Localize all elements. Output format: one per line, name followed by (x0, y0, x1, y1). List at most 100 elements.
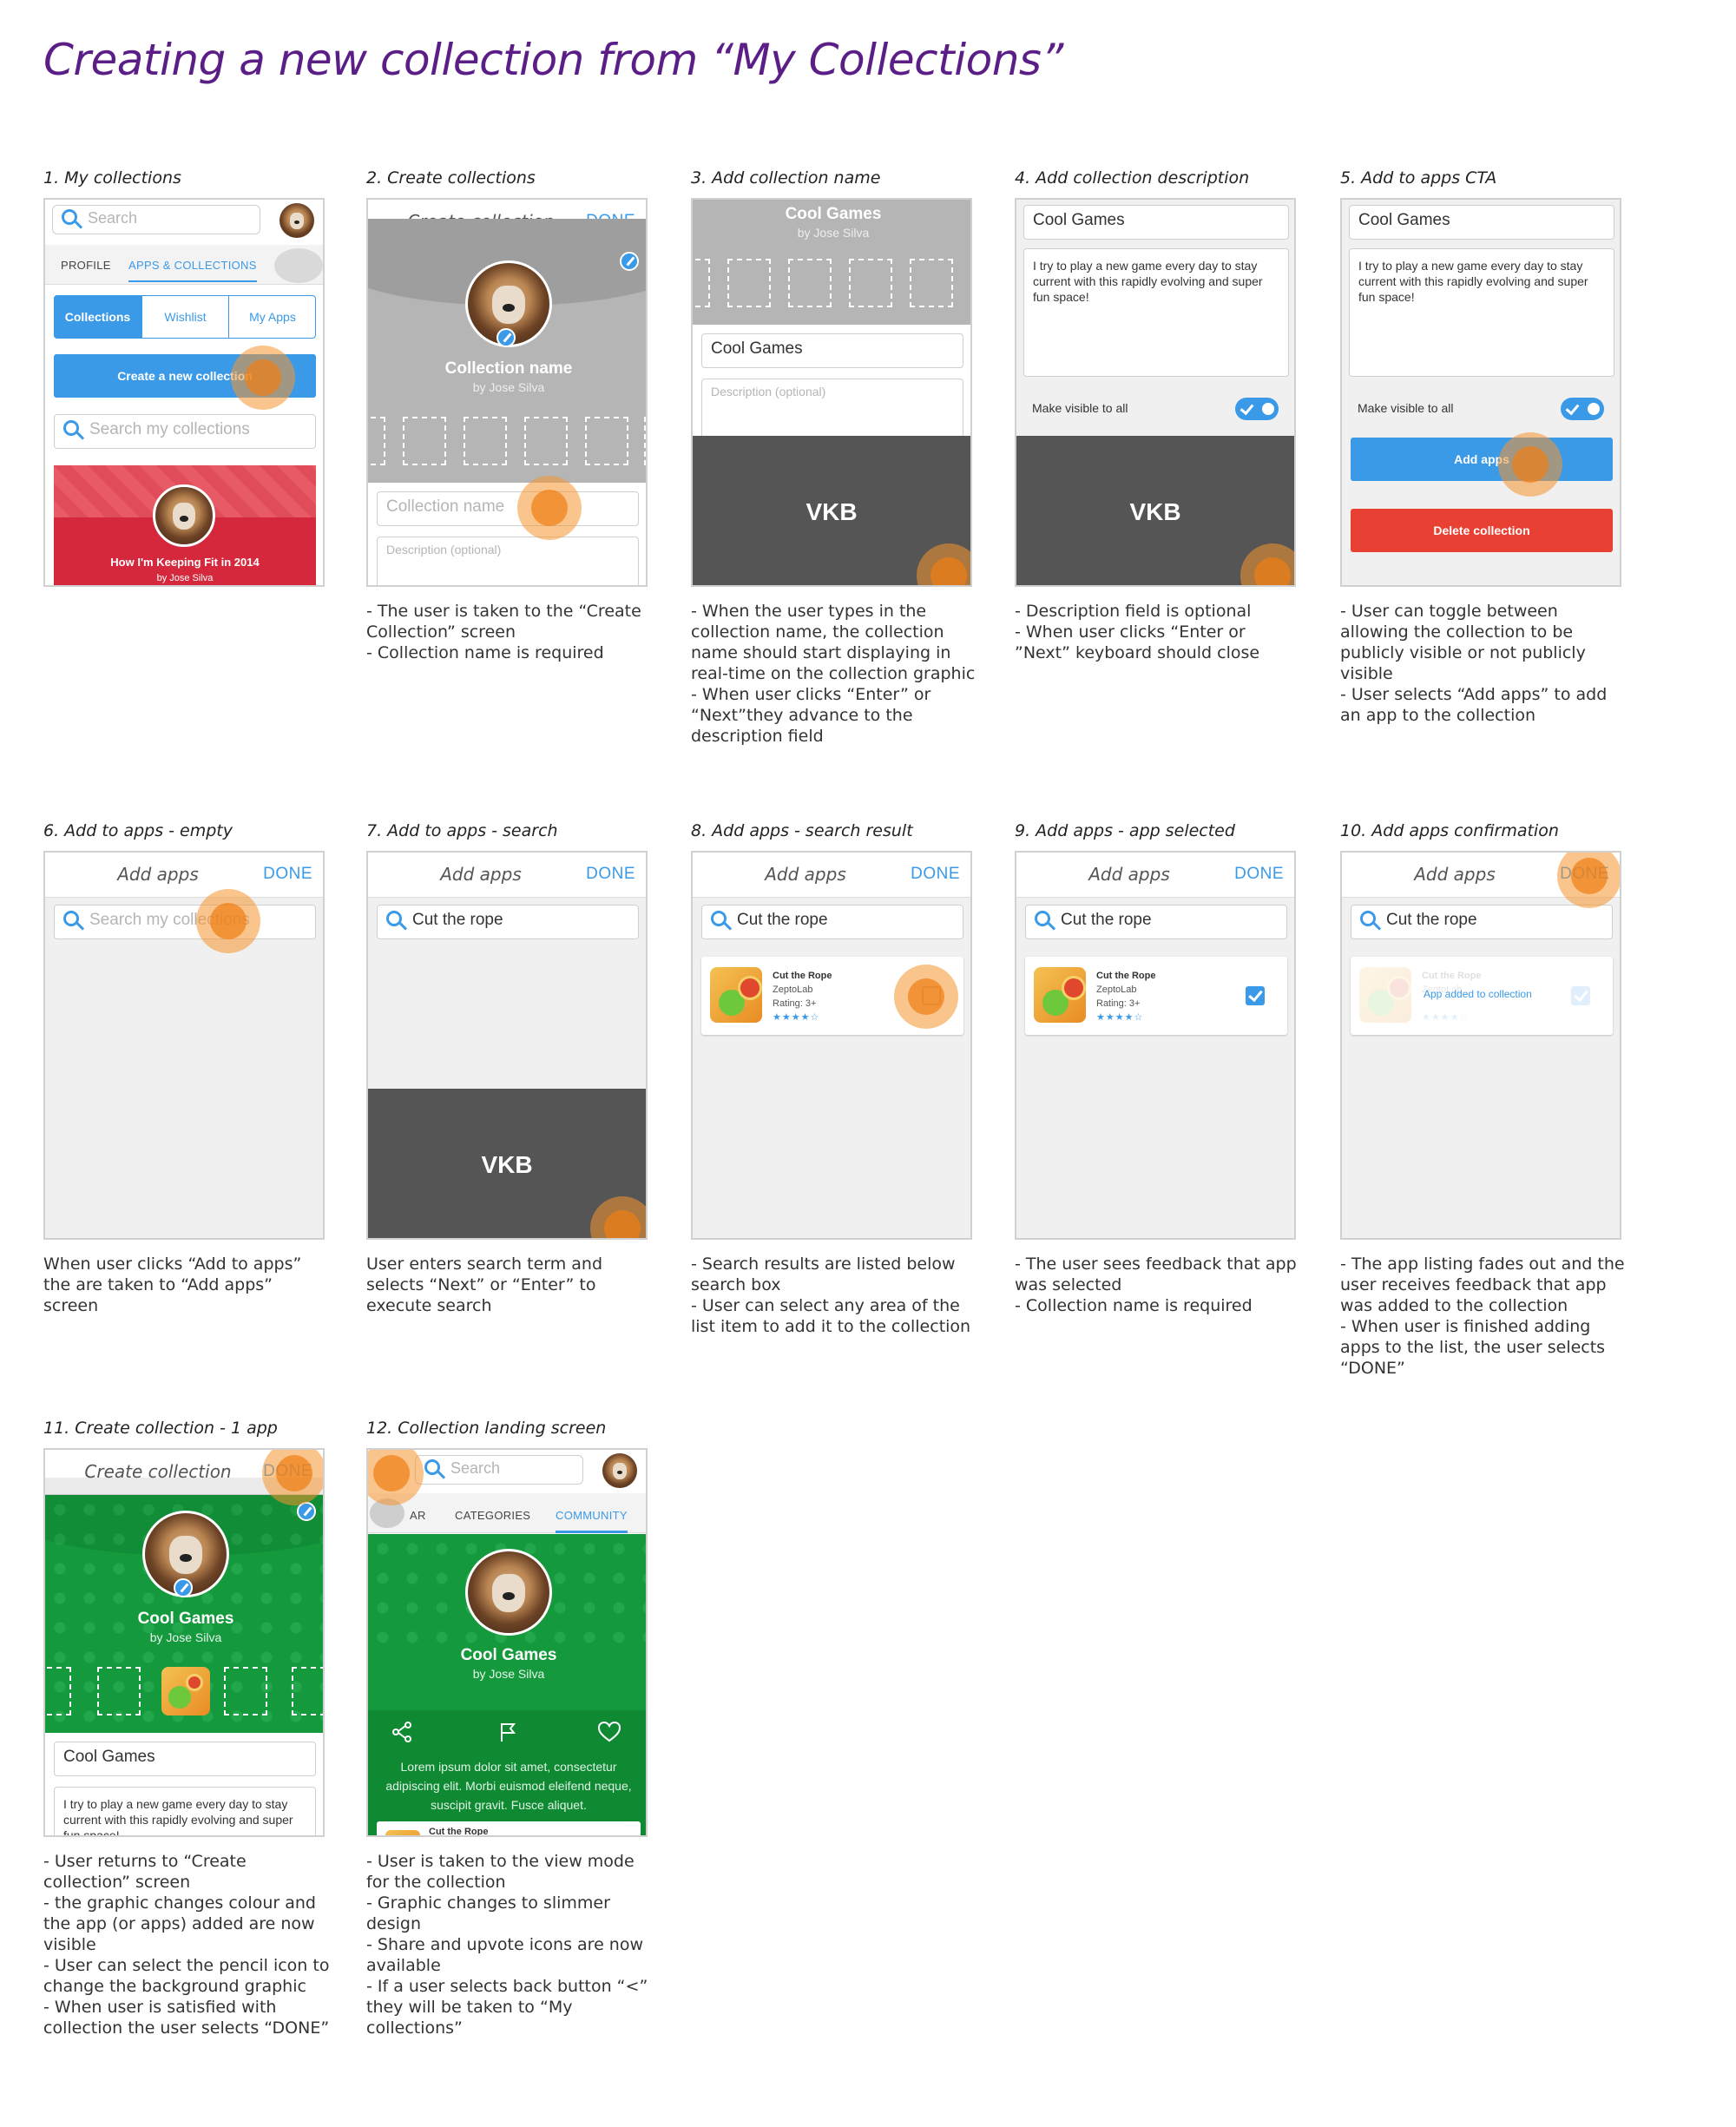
step-12: 12. Collection landing screen Search AR … (366, 1419, 648, 2038)
screen-search-result: Add apps DONE Cut the rope Cut the Rope Ze… (691, 851, 972, 1240)
search-input[interactable]: Cut the rope (701, 905, 963, 939)
tab-categories[interactable]: CATEGORIES (455, 1509, 530, 1522)
collection-name-input[interactable]: Collection name (377, 491, 639, 526)
tap-highlight (231, 346, 295, 410)
tap-highlight (196, 889, 260, 953)
collection-author: by Jose Silva (149, 1630, 222, 1644)
search-icon (424, 1459, 440, 1475)
app-rating: Rating: 3+ (773, 998, 817, 1009)
tap-highlight (894, 965, 958, 1029)
step-10: 10. Add apps confirmation Add appsDONE C… (1340, 821, 1625, 1378)
select-checkbox[interactable] (1571, 986, 1590, 1005)
step-1: 1. My collections Search PROFILE APPS & … (43, 168, 325, 587)
tab-apps-collections[interactable]: APPS & COLLECTIONS (128, 259, 257, 282)
select-checkbox[interactable] (1246, 986, 1265, 1005)
star-rating-icon: ★★★★☆ (1422, 1012, 1470, 1023)
notes: - The user is taken to the “Create Colle… (366, 602, 641, 662)
search-my-collections-input[interactable]: Search my collections (54, 414, 316, 449)
search-icon (711, 911, 727, 926)
search-input[interactable]: Search (52, 205, 260, 234)
tap-highlight (1557, 853, 1620, 908)
collection-name-input[interactable]: Cool Games (1349, 205, 1614, 240)
avatar[interactable] (602, 1453, 637, 1488)
app-list-item[interactable]: Cut the Rope ZeptoLab ★★★★☆ App added to c… (1351, 957, 1613, 1035)
search-input[interactable]: Search my collections (54, 905, 316, 939)
screen-app-selected: Add apps DONE Cut the rope Cut the Rope Ze… (1015, 851, 1296, 1240)
search-icon (1035, 911, 1050, 926)
delete-collection-button[interactable]: Delete collection (1351, 509, 1613, 552)
tab-community[interactable]: COMMUNITY (556, 1509, 628, 1533)
notes: - The user sees feedback that app was se… (1015, 1254, 1297, 1315)
app-developer: ZeptoLab (1096, 984, 1137, 995)
collection-name-input[interactable]: Cool Games (1023, 205, 1289, 240)
collection-author: by Jose Silva (472, 1667, 545, 1681)
pencil-icon[interactable] (174, 1578, 193, 1597)
step-8: 8. Add apps - search result Add apps DONE… (691, 821, 972, 1336)
step-title: 12. Collection landing screen (366, 1419, 607, 1438)
notes: - Description field is optional - When us… (1015, 602, 1260, 662)
segment-wishlist[interactable]: Wishlist (141, 295, 228, 339)
tab-ar[interactable]: AR (410, 1509, 426, 1522)
added-app-icon (161, 1667, 210, 1715)
collection-name-input[interactable]: Cool Games (54, 1742, 316, 1776)
screen-add-apps-confirmation: Add appsDONE Cut the rope Cut the RopeZe… (1340, 851, 1621, 1240)
notes: - When the user types in the collection … (691, 602, 976, 746)
pencil-icon[interactable] (496, 328, 516, 347)
check-icon (1240, 400, 1254, 416)
done-button[interactable]: DONE (586, 865, 635, 884)
done-button[interactable]: DONE (1234, 865, 1284, 884)
app-icon (1359, 967, 1411, 1023)
app-icon (710, 967, 762, 1023)
description-input[interactable]: Description (optional) (377, 537, 639, 585)
search-input[interactable]: Cut the rope (1351, 905, 1613, 939)
segment-my-apps[interactable]: My Apps (228, 295, 316, 339)
camera-icon[interactable] (274, 248, 323, 283)
step-5: 5. Add to apps CTA Cool Games I try to p… (1340, 168, 1621, 725)
step-7: 7. Add to apps - search Add apps DONE Cut… (366, 821, 648, 1315)
done-button[interactable]: DONE (911, 865, 960, 884)
collection-avatar (153, 484, 215, 547)
step-title: 5. Add to apps CTA (1340, 168, 1497, 188)
step-2: 2. Create collections Create collectionD… (366, 168, 648, 662)
notes: - User can toggle between allowing the c… (1340, 602, 1608, 725)
notes: User enters search term and selects “Nex… (366, 1254, 603, 1315)
collection-name-input[interactable]: Cool Games (701, 333, 963, 368)
collection-name-label: Cool Games (785, 205, 882, 223)
step-11: 11. Create collection - 1 app Create col… (43, 1419, 329, 2038)
collection-name-label: Cool Games (460, 1646, 557, 1664)
collection-author: by Jose Silva (797, 226, 870, 240)
collection-card[interactable]: How I'm Keeping Fit in 2014 by Jose Silv… (54, 465, 316, 585)
app-name: Cut the Rope (773, 971, 832, 981)
tap-highlight (517, 476, 582, 540)
visibility-toggle[interactable] (1561, 398, 1604, 420)
step-6: 6. Add to apps - empty Add apps DONE Sear… (43, 821, 325, 1315)
avatar[interactable] (279, 203, 314, 238)
page-title: Creating a new collection from “My Colle… (43, 35, 1063, 85)
app-list-item[interactable]: Cut the Rope ZeptoLab Rating: 3+ ★★★★☆ (1025, 957, 1287, 1035)
search-input[interactable]: Cut the rope (377, 905, 639, 939)
description-input[interactable]: I try to play a new game every day to st… (1023, 248, 1289, 377)
segment-collections[interactable]: Collections (54, 295, 141, 339)
description-input[interactable]: I try to play a new game every day to st… (54, 1787, 316, 1835)
screen-create-collection: Create collectionDONE Collection name by… (366, 198, 648, 587)
pencil-icon[interactable] (620, 252, 639, 271)
description-input[interactable]: I try to play a new game every day to st… (1349, 248, 1614, 377)
share-icon[interactable] (391, 1721, 413, 1743)
step-title: 2. Create collections (366, 168, 536, 188)
tab-profile[interactable]: PROFILE (61, 259, 111, 272)
screen-add-collection-name: Cool Games by Jose Silva Cool Games Desc… (691, 198, 972, 587)
collection-card-author: by Jose Silva (156, 573, 214, 583)
heart-icon[interactable] (597, 1721, 621, 1743)
search-input[interactable]: Cut the rope (1025, 905, 1287, 939)
app-list-item[interactable]: Cut the Rope (377, 1821, 641, 1835)
flag-icon[interactable] (496, 1721, 519, 1743)
collection-author: by Jose Silva (472, 380, 545, 394)
screen-add-apps-cta: Cool Games I try to play a new game ever… (1340, 198, 1621, 587)
collection-avatar (465, 1549, 552, 1636)
add-apps-button[interactable]: Add apps (1351, 438, 1613, 481)
visibility-toggle[interactable] (1235, 398, 1279, 420)
search-icon (1360, 911, 1376, 926)
search-input[interactable]: Search (415, 1455, 583, 1485)
notes: When user clicks “Add to apps” the are t… (43, 1254, 302, 1315)
done-button[interactable]: DONE (263, 865, 312, 884)
